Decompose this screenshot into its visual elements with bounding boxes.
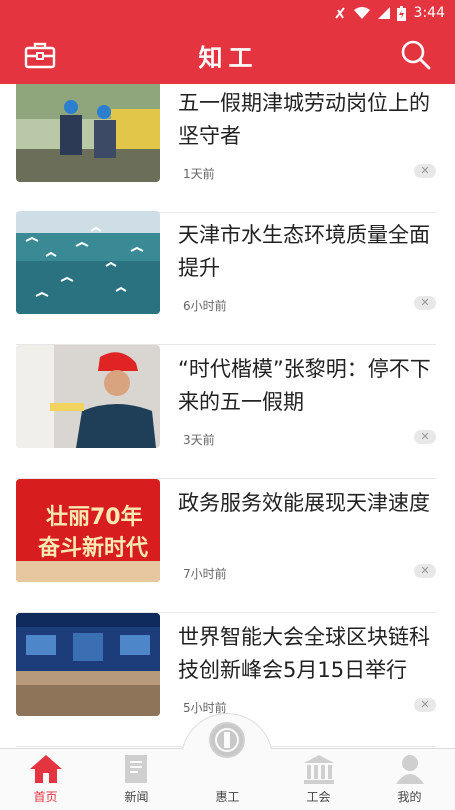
news-thumbnail: [16, 84, 160, 182]
nav-label: 首页: [33, 790, 58, 804]
cell-signal-icon: [377, 7, 390, 19]
thumbnail-caption-2: 奋斗新时代: [38, 536, 149, 561]
nav-label: 我的: [397, 790, 422, 804]
dismiss-button[interactable]: ✕: [414, 698, 436, 712]
news-card[interactable]: “时代楷模”张黎明：停不下来的五一假期 3天前 ✕: [16, 345, 436, 479]
news-time: 1天前: [183, 167, 215, 181]
search-icon[interactable]: [401, 40, 431, 70]
nav-news[interactable]: 新闻: [91, 749, 182, 810]
news-card[interactable]: 天津市水生态环境质量全面提升 6小时前 ✕: [16, 211, 436, 345]
app-bar: 知工: [0, 26, 455, 84]
nav-label: 新闻: [124, 790, 149, 804]
news-thumbnail: 壮丽70年 奋斗新时代: [16, 479, 160, 582]
news-time: 7小时前: [183, 567, 227, 581]
news-card[interactable]: 壮丽70年 奋斗新时代 政务服务效能展现天津速度 7小时前 ✕: [16, 479, 436, 613]
nav-home[interactable]: 首页: [0, 749, 91, 810]
news-title[interactable]: 政务服务效能展现天津速度: [178, 487, 434, 520]
news-title[interactable]: 五一假期津城劳动岗位上的坚守者: [178, 87, 434, 153]
news-icon: [124, 755, 147, 783]
dismiss-button[interactable]: ✕: [414, 296, 436, 310]
dismiss-button[interactable]: ✕: [414, 164, 436, 178]
building-icon: [303, 755, 334, 784]
news-feed: 五一假期津城劳动岗位上的坚守者 1天前 ✕ 天津市水生态环境质量全面提升 6小时…: [0, 84, 455, 748]
news-time: 6小时前: [183, 299, 227, 313]
battery-icon: [396, 5, 406, 21]
nav-label: 工会: [306, 790, 331, 804]
news-thumbnail: [16, 613, 160, 716]
wifi-icon: [353, 7, 370, 19]
news-title[interactable]: 天津市水生态环境质量全面提升: [178, 219, 434, 285]
signal-off-icon: [334, 7, 345, 19]
toolbox-icon[interactable]: [24, 41, 56, 69]
clock: 3:44: [413, 5, 445, 21]
status-icons: [333, 5, 406, 21]
news-title[interactable]: 世界智能大会全球区块链科技创新峰会5月15日举行: [178, 621, 434, 687]
news-thumbnail: [16, 211, 160, 314]
union-emblem-icon[interactable]: [209, 722, 245, 758]
news-thumbnail: [16, 345, 160, 448]
person-icon: [395, 755, 424, 784]
nav-union[interactable]: 工会: [273, 749, 364, 810]
home-icon: [29, 755, 62, 783]
app-title: 知工: [198, 42, 259, 72]
news-card[interactable]: 五一假期津城劳动岗位上的坚守者 1天前 ✕: [16, 84, 436, 213]
dismiss-button[interactable]: ✕: [414, 430, 436, 444]
news-title[interactable]: “时代楷模”张黎明：停不下来的五一假期: [178, 353, 434, 419]
nav-profile[interactable]: 我的: [364, 749, 455, 810]
status-bar: 3:44: [0, 0, 455, 26]
nav-benefits[interactable]: 惠工: [182, 788, 273, 805]
dismiss-button[interactable]: ✕: [414, 564, 436, 578]
thumbnail-caption-1: 壮丽70年: [46, 505, 143, 530]
news-time: 3天前: [183, 433, 215, 447]
